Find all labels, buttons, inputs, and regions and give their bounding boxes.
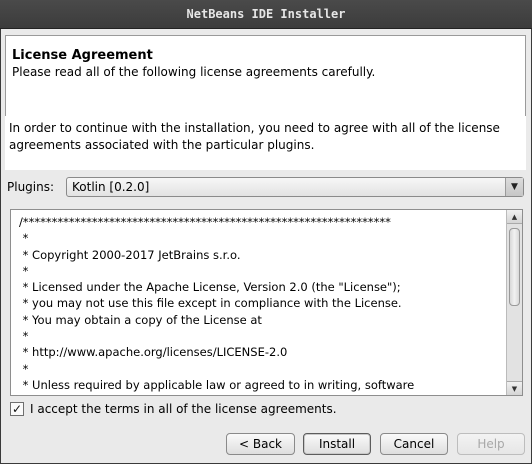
license-line: * Copyright 2000-2017 JetBrains s.r.o. xyxy=(19,247,241,262)
plugins-label: Plugins: xyxy=(7,180,55,194)
window-title: NetBeans IDE Installer xyxy=(0,0,532,29)
license-line: * you may not use this file except in co… xyxy=(19,296,402,311)
installer-window: NetBeans IDE Installer License Agreement… xyxy=(0,0,532,464)
license-line: * Unless required by applicable law or a… xyxy=(19,377,415,392)
page-title: License Agreement xyxy=(12,48,153,63)
license-line: * Licensed under the Apache License, Ver… xyxy=(19,280,401,295)
license-text: /***************************************… xyxy=(19,214,503,392)
license-line: * You may obtain a copy of the License a… xyxy=(19,312,262,327)
license-line: * xyxy=(19,329,29,344)
page-subtitle: Please read all of the following license… xyxy=(12,65,376,79)
chevron-down-icon[interactable]: ▼ xyxy=(505,178,523,196)
license-line: /***************************************… xyxy=(19,215,391,229)
install-button[interactable]: Install xyxy=(303,433,371,455)
license-line: * xyxy=(19,231,29,246)
installer-content: License Agreement Please read all of the… xyxy=(1,29,531,463)
plugins-selected-value: Kotlin [0.2.0] xyxy=(72,180,150,194)
scroll-down-icon[interactable]: ▼ xyxy=(507,381,522,395)
intro-text: In order to continue with the installati… xyxy=(5,116,526,170)
license-line: * http://www.apache.org/licenses/LICENSE… xyxy=(19,345,288,360)
accept-terms-checkbox[interactable]: ✓ xyxy=(10,402,24,416)
scrollbar-thumb[interactable] xyxy=(509,228,520,306)
license-line: * xyxy=(19,263,29,278)
plugins-dropdown[interactable]: Kotlin [0.2.0] ▼ xyxy=(66,177,524,197)
page-header: License Agreement Please read all of the… xyxy=(5,35,526,117)
license-scrollbar[interactable]: ▲ ▼ xyxy=(506,210,522,395)
back-button[interactable]: < Back xyxy=(226,433,295,455)
scroll-up-icon[interactable]: ▲ xyxy=(507,210,522,224)
cancel-button[interactable]: Cancel xyxy=(380,433,448,455)
license-text-area[interactable]: /***************************************… xyxy=(10,209,523,396)
license-line: * xyxy=(19,361,29,376)
accept-terms-label[interactable]: I accept the terms in all of the license… xyxy=(30,402,337,416)
help-button[interactable]: Help xyxy=(457,433,525,455)
